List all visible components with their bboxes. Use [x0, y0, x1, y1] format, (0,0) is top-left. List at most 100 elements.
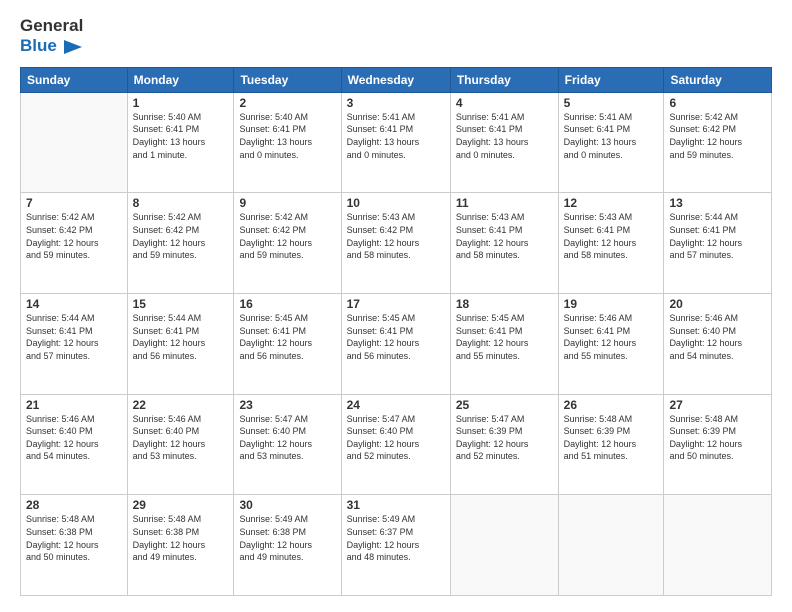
day-number: 19: [564, 297, 659, 311]
day-info: Sunrise: 5:41 AMSunset: 6:41 PMDaylight:…: [456, 111, 553, 161]
calendar-cell: 13Sunrise: 5:44 AMSunset: 6:41 PMDayligh…: [664, 193, 772, 294]
weekday-friday: Friday: [558, 67, 664, 92]
weekday-thursday: Thursday: [450, 67, 558, 92]
calendar-cell: 5Sunrise: 5:41 AMSunset: 6:41 PMDaylight…: [558, 92, 664, 193]
day-info: Sunrise: 5:49 AMSunset: 6:37 PMDaylight:…: [347, 513, 445, 563]
calendar-cell: 4Sunrise: 5:41 AMSunset: 6:41 PMDaylight…: [450, 92, 558, 193]
day-number: 23: [239, 398, 335, 412]
day-number: 10: [347, 196, 445, 210]
day-info: Sunrise: 5:46 AMSunset: 6:41 PMDaylight:…: [564, 312, 659, 362]
day-info: Sunrise: 5:41 AMSunset: 6:41 PMDaylight:…: [564, 111, 659, 161]
calendar-table: SundayMondayTuesdayWednesdayThursdayFrid…: [20, 67, 772, 596]
calendar-cell: 12Sunrise: 5:43 AMSunset: 6:41 PMDayligh…: [558, 193, 664, 294]
calendar-cell: 26Sunrise: 5:48 AMSunset: 6:39 PMDayligh…: [558, 394, 664, 495]
day-info: Sunrise: 5:48 AMSunset: 6:38 PMDaylight:…: [26, 513, 122, 563]
calendar-cell: 28Sunrise: 5:48 AMSunset: 6:38 PMDayligh…: [21, 495, 128, 596]
week-row-2: 7Sunrise: 5:42 AMSunset: 6:42 PMDaylight…: [21, 193, 772, 294]
day-info: Sunrise: 5:48 AMSunset: 6:38 PMDaylight:…: [133, 513, 229, 563]
calendar-cell: 15Sunrise: 5:44 AMSunset: 6:41 PMDayligh…: [127, 294, 234, 395]
day-number: 16: [239, 297, 335, 311]
day-info: Sunrise: 5:40 AMSunset: 6:41 PMDaylight:…: [239, 111, 335, 161]
calendar-cell: 8Sunrise: 5:42 AMSunset: 6:42 PMDaylight…: [127, 193, 234, 294]
day-number: 28: [26, 498, 122, 512]
weekday-header-row: SundayMondayTuesdayWednesdayThursdayFrid…: [21, 67, 772, 92]
calendar-cell: [21, 92, 128, 193]
day-info: Sunrise: 5:45 AMSunset: 6:41 PMDaylight:…: [456, 312, 553, 362]
day-number: 31: [347, 498, 445, 512]
calendar-cell: 11Sunrise: 5:43 AMSunset: 6:41 PMDayligh…: [450, 193, 558, 294]
calendar-cell: 9Sunrise: 5:42 AMSunset: 6:42 PMDaylight…: [234, 193, 341, 294]
day-info: Sunrise: 5:45 AMSunset: 6:41 PMDaylight:…: [347, 312, 445, 362]
calendar-cell: 21Sunrise: 5:46 AMSunset: 6:40 PMDayligh…: [21, 394, 128, 495]
calendar-cell: 19Sunrise: 5:46 AMSunset: 6:41 PMDayligh…: [558, 294, 664, 395]
day-number: 5: [564, 96, 659, 110]
weekday-wednesday: Wednesday: [341, 67, 450, 92]
day-info: Sunrise: 5:47 AMSunset: 6:40 PMDaylight:…: [347, 413, 445, 463]
day-info: Sunrise: 5:48 AMSunset: 6:39 PMDaylight:…: [564, 413, 659, 463]
week-row-1: 1Sunrise: 5:40 AMSunset: 6:41 PMDaylight…: [21, 92, 772, 193]
calendar-cell: 23Sunrise: 5:47 AMSunset: 6:40 PMDayligh…: [234, 394, 341, 495]
day-info: Sunrise: 5:42 AMSunset: 6:42 PMDaylight:…: [133, 211, 229, 261]
day-number: 9: [239, 196, 335, 210]
day-number: 3: [347, 96, 445, 110]
calendar-cell: 22Sunrise: 5:46 AMSunset: 6:40 PMDayligh…: [127, 394, 234, 495]
day-info: Sunrise: 5:46 AMSunset: 6:40 PMDaylight:…: [133, 413, 229, 463]
calendar-cell: 31Sunrise: 5:49 AMSunset: 6:37 PMDayligh…: [341, 495, 450, 596]
day-number: 27: [669, 398, 766, 412]
calendar-cell: 16Sunrise: 5:45 AMSunset: 6:41 PMDayligh…: [234, 294, 341, 395]
day-number: 12: [564, 196, 659, 210]
day-number: 18: [456, 297, 553, 311]
calendar-cell: 7Sunrise: 5:42 AMSunset: 6:42 PMDaylight…: [21, 193, 128, 294]
day-info: Sunrise: 5:43 AMSunset: 6:42 PMDaylight:…: [347, 211, 445, 261]
week-row-5: 28Sunrise: 5:48 AMSunset: 6:38 PMDayligh…: [21, 495, 772, 596]
week-row-3: 14Sunrise: 5:44 AMSunset: 6:41 PMDayligh…: [21, 294, 772, 395]
day-number: 13: [669, 196, 766, 210]
day-info: Sunrise: 5:42 AMSunset: 6:42 PMDaylight:…: [26, 211, 122, 261]
day-info: Sunrise: 5:41 AMSunset: 6:41 PMDaylight:…: [347, 111, 445, 161]
day-info: Sunrise: 5:45 AMSunset: 6:41 PMDaylight:…: [239, 312, 335, 362]
logo-general: General: [20, 16, 83, 36]
weekday-saturday: Saturday: [664, 67, 772, 92]
day-info: Sunrise: 5:46 AMSunset: 6:40 PMDaylight:…: [26, 413, 122, 463]
calendar-cell: 29Sunrise: 5:48 AMSunset: 6:38 PMDayligh…: [127, 495, 234, 596]
day-info: Sunrise: 5:48 AMSunset: 6:39 PMDaylight:…: [669, 413, 766, 463]
calendar-cell: 24Sunrise: 5:47 AMSunset: 6:40 PMDayligh…: [341, 394, 450, 495]
day-info: Sunrise: 5:44 AMSunset: 6:41 PMDaylight:…: [133, 312, 229, 362]
day-info: Sunrise: 5:42 AMSunset: 6:42 PMDaylight:…: [239, 211, 335, 261]
calendar-cell: 10Sunrise: 5:43 AMSunset: 6:42 PMDayligh…: [341, 193, 450, 294]
day-number: 14: [26, 297, 122, 311]
calendar-cell: 14Sunrise: 5:44 AMSunset: 6:41 PMDayligh…: [21, 294, 128, 395]
day-info: Sunrise: 5:49 AMSunset: 6:38 PMDaylight:…: [239, 513, 335, 563]
day-number: 29: [133, 498, 229, 512]
logo-blue: Blue: [20, 36, 83, 56]
day-number: 4: [456, 96, 553, 110]
calendar-cell: [664, 495, 772, 596]
day-number: 7: [26, 196, 122, 210]
day-number: 11: [456, 196, 553, 210]
day-number: 6: [669, 96, 766, 110]
day-number: 15: [133, 297, 229, 311]
weekday-sunday: Sunday: [21, 67, 128, 92]
calendar-cell: 1Sunrise: 5:40 AMSunset: 6:41 PMDaylight…: [127, 92, 234, 193]
day-number: 24: [347, 398, 445, 412]
day-number: 8: [133, 196, 229, 210]
day-info: Sunrise: 5:44 AMSunset: 6:41 PMDaylight:…: [669, 211, 766, 261]
calendar-cell: 25Sunrise: 5:47 AMSunset: 6:39 PMDayligh…: [450, 394, 558, 495]
day-info: Sunrise: 5:40 AMSunset: 6:41 PMDaylight:…: [133, 111, 229, 161]
calendar-cell: 27Sunrise: 5:48 AMSunset: 6:39 PMDayligh…: [664, 394, 772, 495]
calendar-cell: 30Sunrise: 5:49 AMSunset: 6:38 PMDayligh…: [234, 495, 341, 596]
day-info: Sunrise: 5:47 AMSunset: 6:40 PMDaylight:…: [239, 413, 335, 463]
calendar-cell: [450, 495, 558, 596]
day-info: Sunrise: 5:44 AMSunset: 6:41 PMDaylight:…: [26, 312, 122, 362]
day-number: 26: [564, 398, 659, 412]
calendar-cell: 2Sunrise: 5:40 AMSunset: 6:41 PMDaylight…: [234, 92, 341, 193]
day-number: 25: [456, 398, 553, 412]
calendar-cell: 17Sunrise: 5:45 AMSunset: 6:41 PMDayligh…: [341, 294, 450, 395]
calendar-cell: [558, 495, 664, 596]
page-header: General Blue: [20, 16, 772, 57]
day-info: Sunrise: 5:42 AMSunset: 6:42 PMDaylight:…: [669, 111, 766, 161]
calendar-body: 1Sunrise: 5:40 AMSunset: 6:41 PMDaylight…: [21, 92, 772, 595]
calendar-cell: 18Sunrise: 5:45 AMSunset: 6:41 PMDayligh…: [450, 294, 558, 395]
day-number: 2: [239, 96, 335, 110]
weekday-tuesday: Tuesday: [234, 67, 341, 92]
